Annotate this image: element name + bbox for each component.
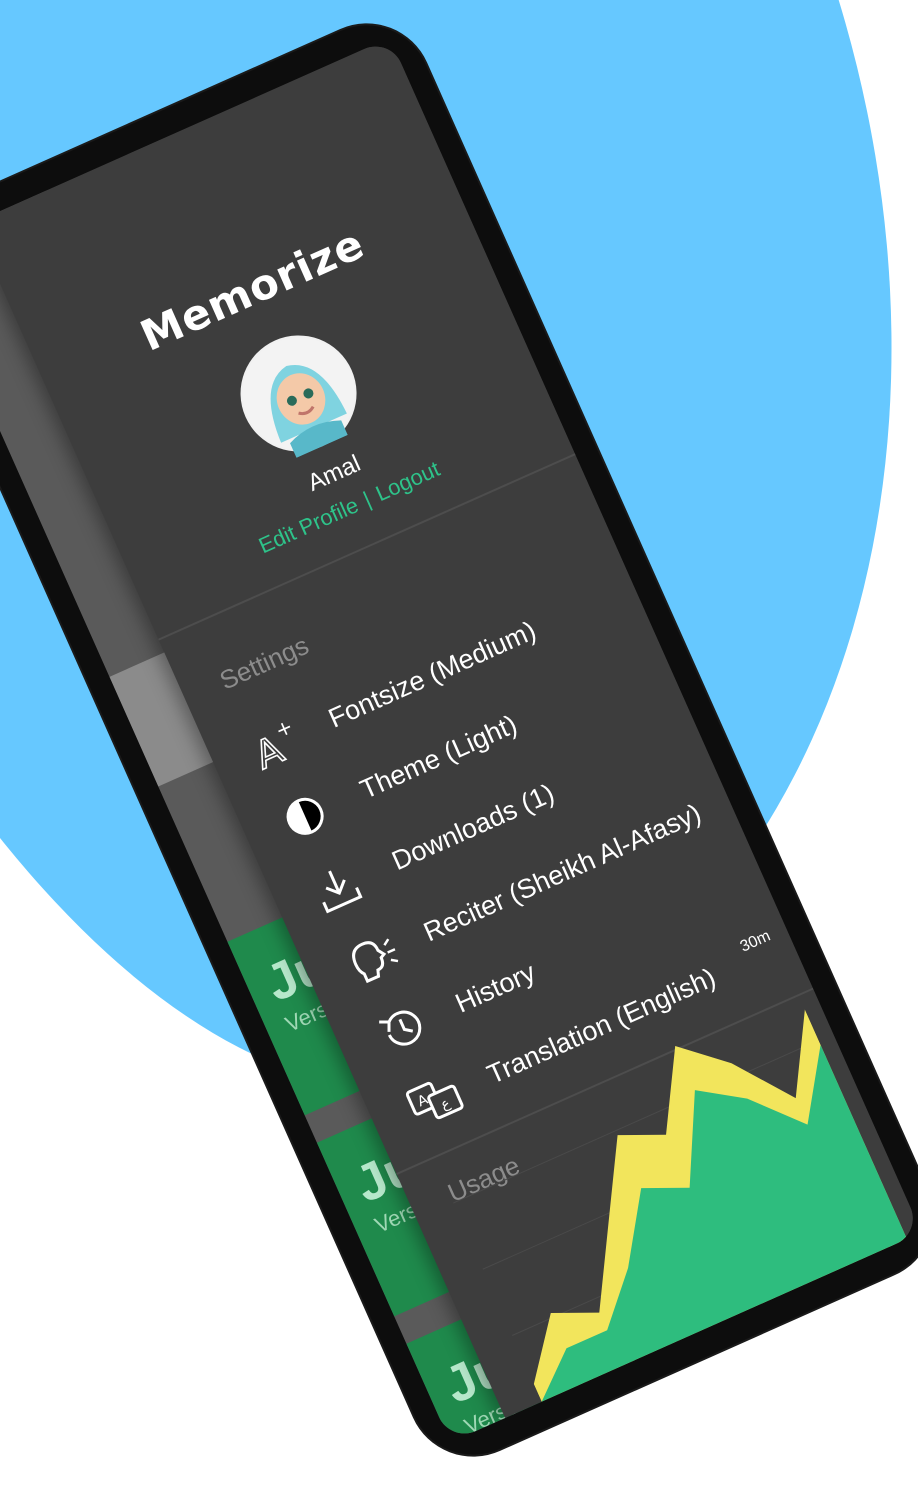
reciter-voice-icon	[340, 923, 413, 988]
avatar-illustration-icon	[242, 337, 355, 458]
history-icon	[371, 995, 444, 1060]
link-separator: |	[359, 486, 375, 512]
settings-section-label: Settings	[215, 629, 314, 696]
theme-contrast-icon	[276, 781, 349, 846]
avatar[interactable]	[221, 316, 376, 471]
profile-links: Edit Profile|Logout	[136, 403, 563, 612]
download-icon	[308, 852, 381, 917]
font-size-icon: A +	[244, 710, 317, 779]
menu-item-label: History	[450, 956, 540, 1019]
